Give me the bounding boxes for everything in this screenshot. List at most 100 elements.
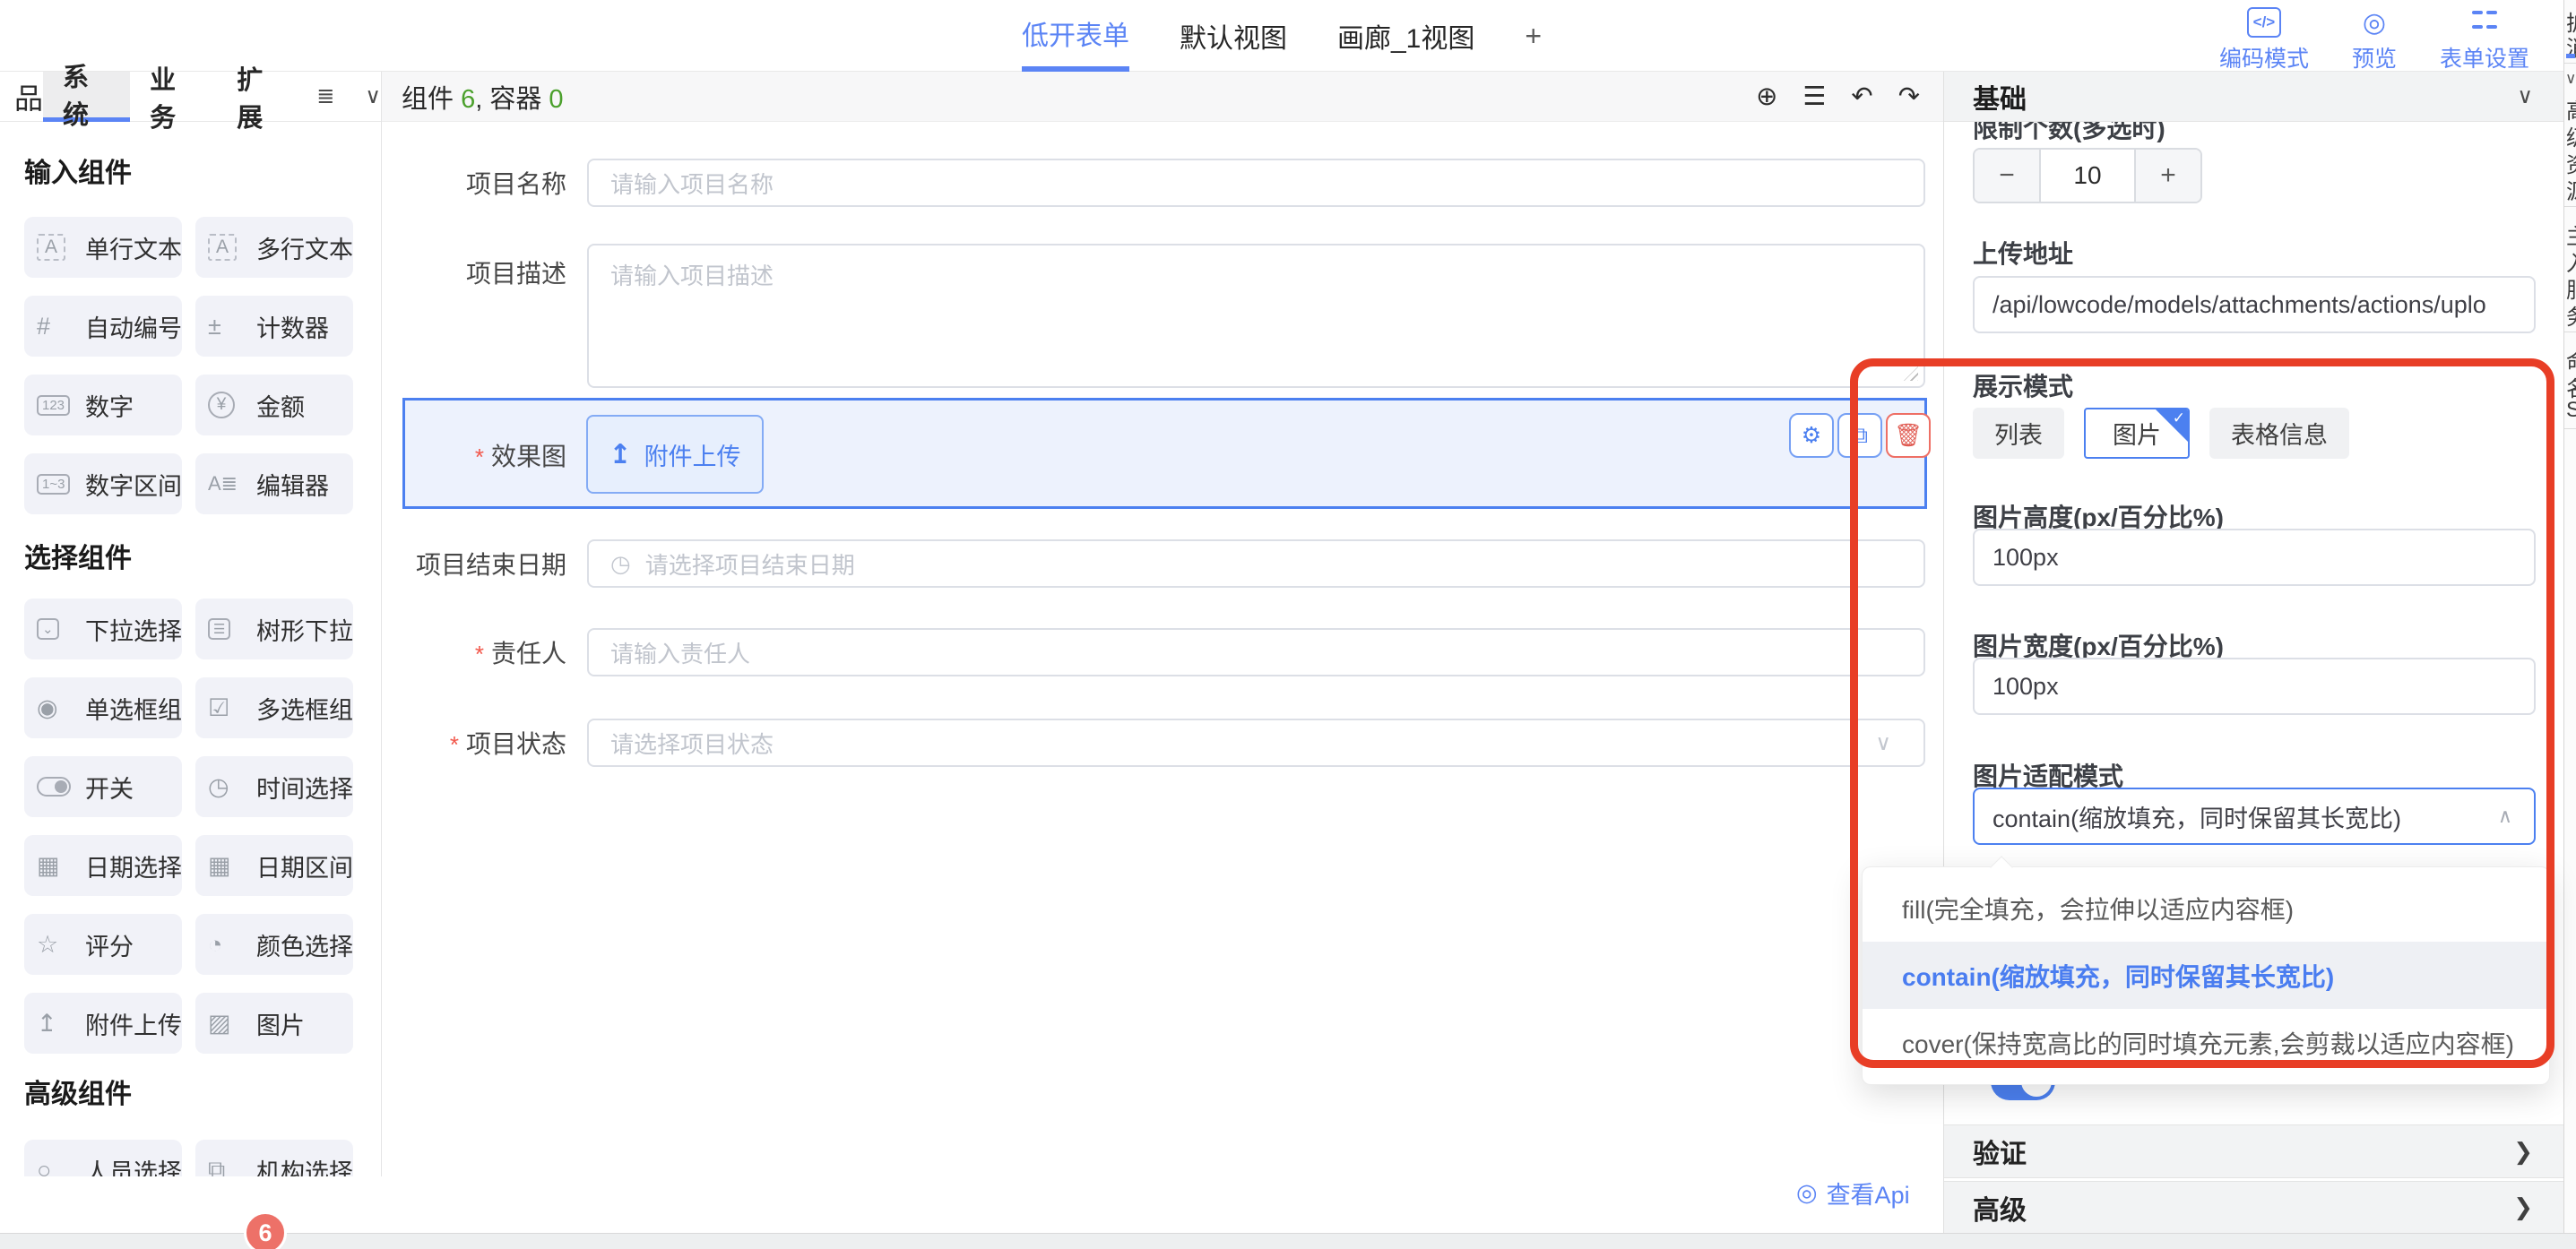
palette-item-attachment-upload[interactable]: ↥附件上传 <box>24 993 182 1054</box>
chevron-down-icon[interactable]: ∨ <box>2517 83 2533 109</box>
stepper-value[interactable]: 10 <box>2039 150 2136 202</box>
tab-lowcode-form[interactable]: 低开表单 <box>1022 0 1129 72</box>
preview-button[interactable]: ◎ 预览 <box>2352 7 2397 73</box>
form-settings-icon <box>2472 7 2497 38</box>
project-name-input[interactable]: 请输入项目名称 <box>587 159 1925 207</box>
field-label-end-date: 项目结束日期 <box>416 546 566 581</box>
fit-option-contain[interactable]: contain(缩放填充，同时保留其长宽比) <box>1863 942 2549 1009</box>
palette-item-editor[interactable]: A≣编辑器 <box>195 453 353 514</box>
panel-section-basic[interactable]: 基础 ∨ <box>1944 72 2563 122</box>
palette-item-rating[interactable]: ☆评分 <box>24 914 182 975</box>
palette-item-dropdown-select[interactable]: ⌄下拉选择 <box>24 599 182 659</box>
tab-default-view[interactable]: 默认视图 <box>1180 0 1287 72</box>
collapse-sidebar-icon[interactable]: ∨ <box>365 83 381 109</box>
edge-char: 务 <box>2566 299 2576 331</box>
palette-item-image[interactable]: ▨图片 <box>195 993 353 1054</box>
palette-item-single-line-text[interactable]: A单行文本 <box>24 217 182 278</box>
palette-item-time-picker[interactable]: ◷时间选择 <box>195 756 353 817</box>
sidebar-tab-extension[interactable]: 扩展 <box>217 72 304 122</box>
palette-item-number-range[interactable]: 1~3数字区间 <box>24 453 182 514</box>
sidebar-tab-business[interactable]: 业务 <box>130 72 217 122</box>
palette-item-label: 机构选择 <box>256 1153 353 1177</box>
palette-item-label: 图片 <box>256 1006 305 1041</box>
owner-input[interactable]: 请输入责任人 <box>587 628 1925 676</box>
display-mode-table[interactable]: 表格信息 <box>2209 408 2349 459</box>
field-label-status: *项目状态 <box>450 725 566 761</box>
palette-item-switch[interactable]: 开关 <box>24 756 182 817</box>
attachment-upload-button[interactable]: ↥ 附件上传 <box>586 415 764 494</box>
status-select[interactable]: 请选择项目状态 ∨ <box>587 719 1925 767</box>
redo-icon[interactable]: ↷ <box>1898 81 1920 112</box>
image-width-input[interactable]: 100px <box>1973 658 2536 715</box>
field-label-owner: *责任人 <box>475 634 566 670</box>
palette-item-multi-line-text[interactable]: A多行文本 <box>195 217 353 278</box>
view-tabs: 低开表单 默认视图 画廊_1视图 + <box>1022 0 1542 72</box>
fit-option-fill[interactable]: fill(完全填充，会拉伸以适应内容框) <box>1863 874 2549 942</box>
palette-item-tree-select[interactable]: ☰树形下拉 <box>195 599 353 659</box>
field-copy-button[interactable]: ⧉ <box>1837 413 1882 458</box>
add-view-button[interactable]: + <box>1525 0 1542 72</box>
palette-item-auto-number[interactable]: #自动编号 <box>24 296 182 357</box>
component-sidebar: 品 系统 业务 扩展 ≣ ∨ 输入组件 A单行文本 A多行文本 #自动编号 ±计… <box>0 72 382 1176</box>
section-title-select-components: 选择组件 <box>24 536 132 575</box>
attachment-upload-icon: ↥ <box>37 1010 57 1038</box>
stepper-minus-button[interactable]: − <box>1975 150 2039 202</box>
list-view-icon[interactable]: ≣ <box>316 83 334 109</box>
code-mode-icon: </> <box>2247 7 2282 38</box>
view-api-link[interactable]: ◎ 查看Api <box>1796 1176 1910 1210</box>
field-settings-button[interactable]: ⚙ <box>1789 413 1834 458</box>
palette-item-label: 评分 <box>85 927 134 962</box>
i18n-globe-icon[interactable]: ⊕ <box>1756 81 1777 112</box>
components-count-label: 组件 <box>402 85 454 114</box>
upload-url-input[interactable]: /api/lowcode/models/attachments/actions/… <box>1973 276 2536 333</box>
textarea-resize-handle[interactable] <box>1904 366 1918 381</box>
switch-icon <box>37 777 71 797</box>
project-desc-textarea[interactable]: 请输入项目描述 <box>587 244 1925 388</box>
end-date-input[interactable]: ◷ 请选择项目结束日期 <box>587 539 1925 588</box>
owner-placeholder: 请输入责任人 <box>610 636 750 669</box>
fit-mode-select[interactable]: contain(缩放填充，同时保留其长宽比) ∧ <box>1973 788 2536 845</box>
palette-item-color-picker[interactable]: ◔颜色选择 <box>195 914 353 975</box>
gear-icon: ⚙ <box>1802 422 1821 449</box>
palette-item-label: 开关 <box>85 770 134 805</box>
fit-option-cover[interactable]: cover(保持宽高比的同时填充元素,会剪裁以适应内容框) <box>1863 1009 2549 1076</box>
display-mode-image[interactable]: 图片✓ <box>2084 408 2190 459</box>
limit-count-label: 限制个数(多选时) <box>1973 122 2165 145</box>
palette-item-org-select[interactable]: ⧉ 机构选择 <box>195 1140 353 1176</box>
palette-item-user-select[interactable]: ○人员选择 <box>24 1140 182 1176</box>
palette-item-checkbox-group[interactable]: ☑多选框组 <box>195 677 353 738</box>
trash-icon: 🗑 <box>1894 423 1923 449</box>
field-label-effect-image: *效果图 <box>475 437 566 473</box>
palette-item-label: 编辑器 <box>256 467 329 502</box>
stepper-plus-button[interactable]: + <box>2136 150 2200 202</box>
palette-item-date-picker[interactable]: ▦日期选择 <box>24 835 182 896</box>
tree-select-icon: ☰ <box>208 618 230 640</box>
image-height-input[interactable]: 100px <box>1973 529 2536 586</box>
palette-item-radio-group[interactable]: ◉单选框组 <box>24 677 182 738</box>
outline-tree-icon[interactable]: ☰ <box>1802 81 1826 112</box>
form-settings-label: 表单设置 <box>2440 41 2529 73</box>
palette-item-label: 计数器 <box>256 309 329 344</box>
panel-section-validation[interactable]: 验证 ❯ <box>1944 1124 2563 1178</box>
field-delete-button[interactable]: 🗑 <box>1886 413 1931 458</box>
palette-item-counter[interactable]: ±计数器 <box>195 296 353 357</box>
form-settings-button[interactable]: 表单设置 <box>2440 7 2529 73</box>
chevron-right-icon: ❯ <box>2513 1193 2533 1221</box>
code-mode-button[interactable]: </> 编码模式 <box>2219 7 2309 73</box>
panel-section-advanced[interactable]: 高级 ❯ <box>1944 1181 2563 1234</box>
advanced-section-title: 高级 <box>1973 1188 2027 1227</box>
palette-item-amount[interactable]: ¥金额 <box>195 375 353 435</box>
org-select-icon: ⧉ <box>208 1156 225 1176</box>
multi-line-text-icon: A <box>208 234 237 261</box>
validation-section-title: 验证 <box>1973 1132 2027 1171</box>
properties-panel: 基础 ∨ 限制个数(多选时) − 10 + 上传地址 /api/lowcode/… <box>1943 72 2563 1233</box>
palette-item-date-range[interactable]: ▦日期区间 <box>195 835 353 896</box>
undo-icon[interactable]: ↶ <box>1851 81 1872 112</box>
canvas-counts: 组件 6, 容器 0 <box>402 78 564 116</box>
display-mode-list[interactable]: 列表 <box>1973 408 2064 459</box>
sidebar-tab-system[interactable]: 系统 <box>43 72 130 122</box>
palette-item-label: 人员选择 <box>85 1153 182 1177</box>
time-picker-icon: ◷ <box>208 773 229 801</box>
palette-item-number[interactable]: 123数字 <box>24 375 182 435</box>
tab-gallery-view[interactable]: 画廊_1视图 <box>1337 0 1474 72</box>
